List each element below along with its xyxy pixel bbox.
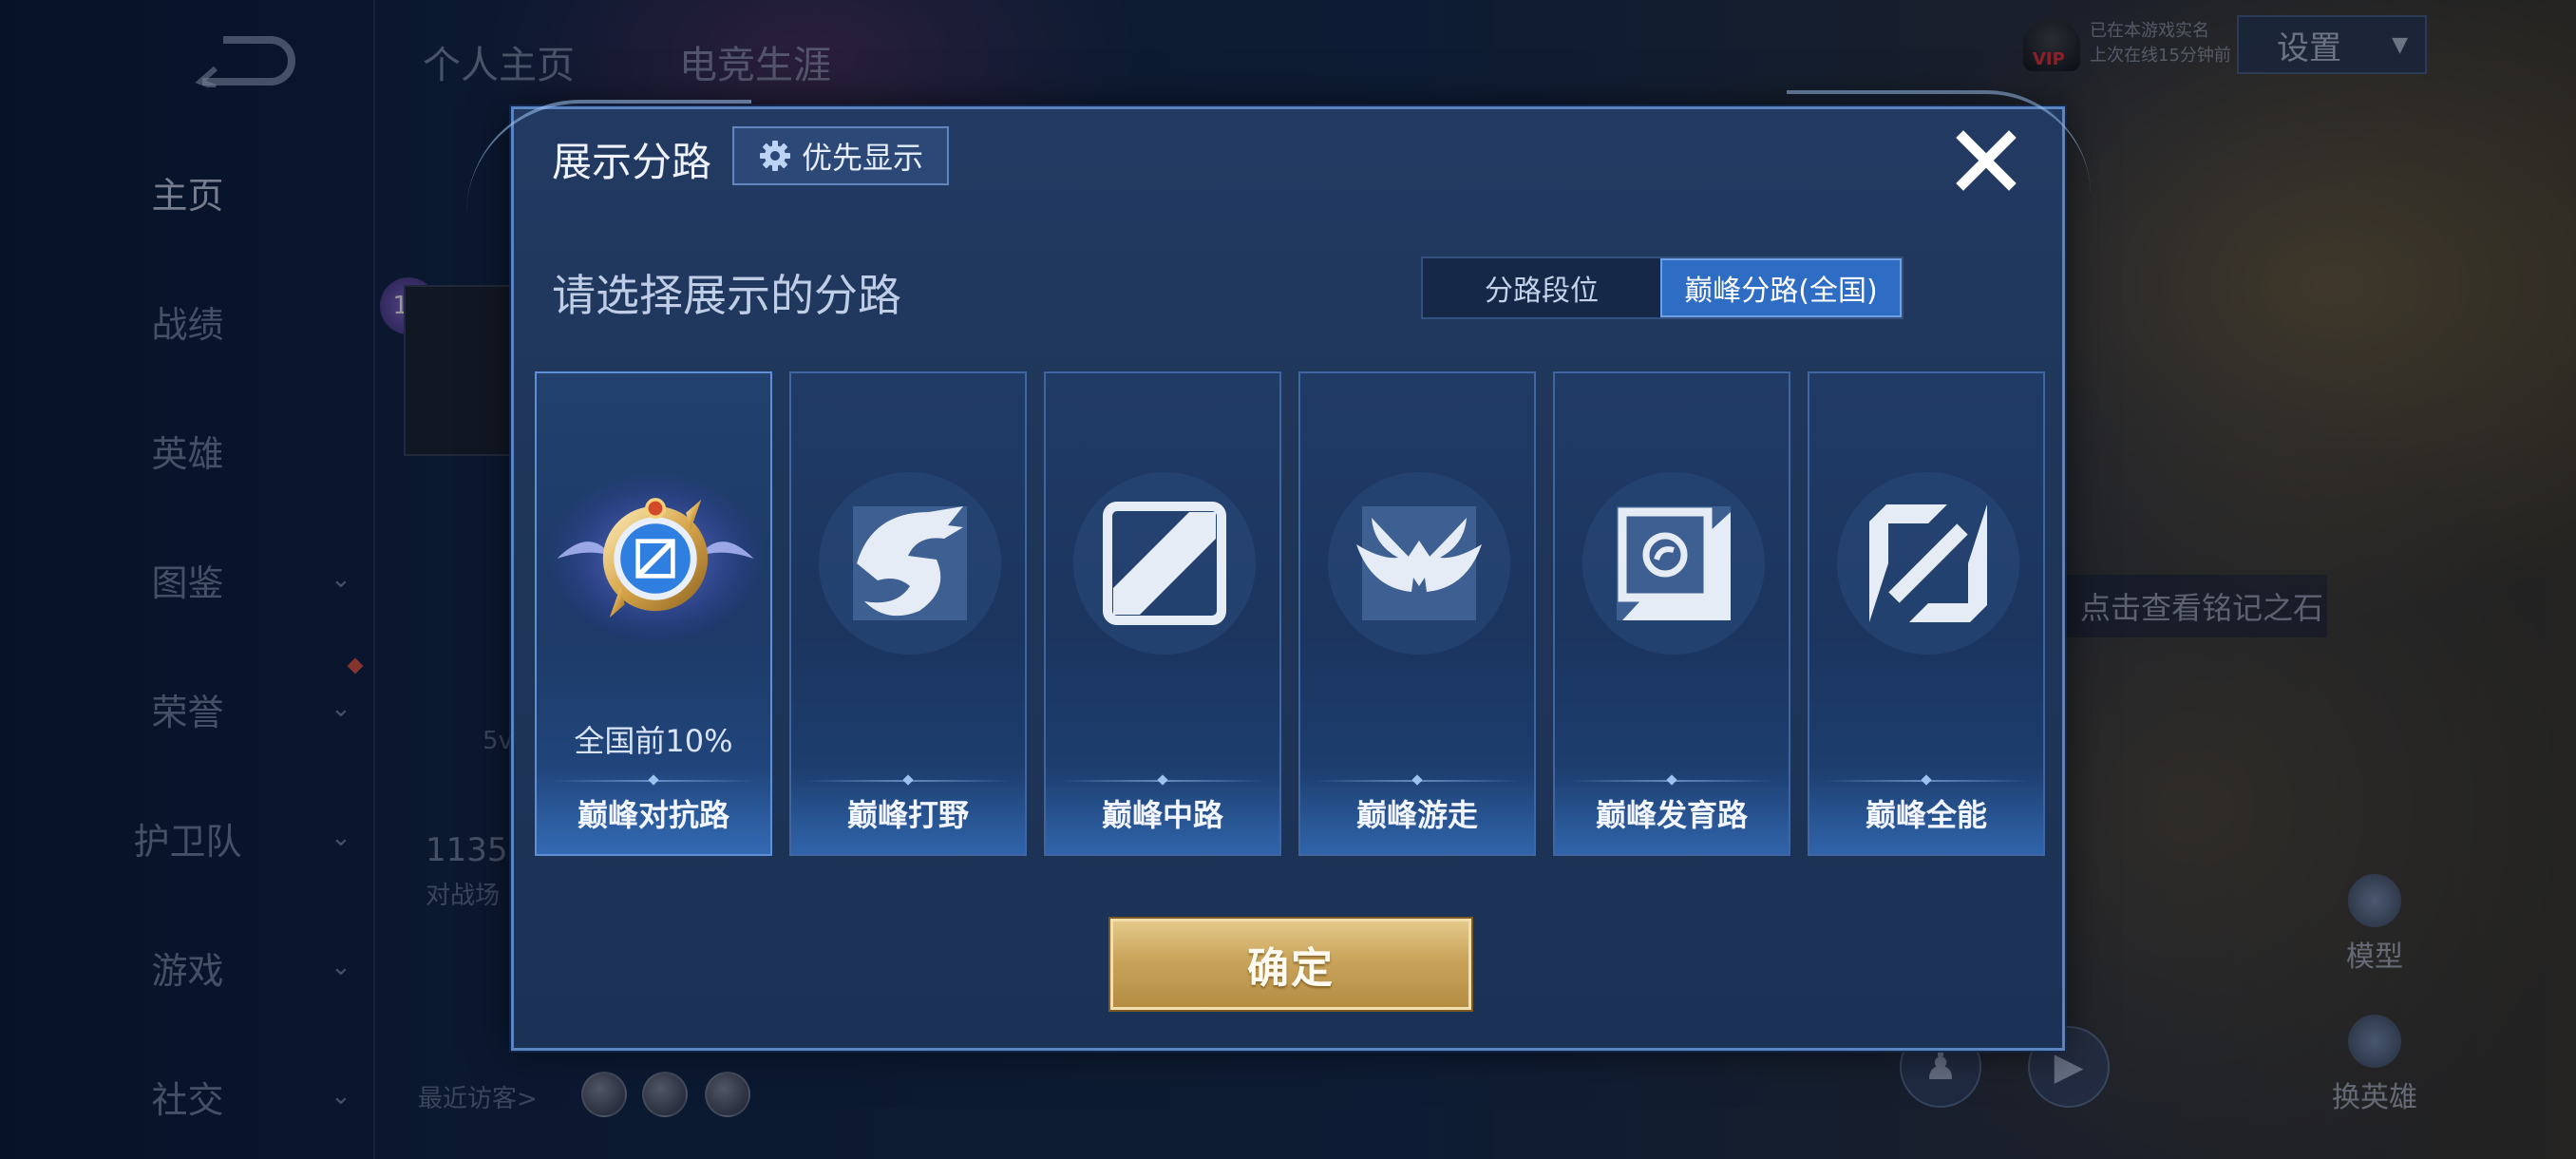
lane-card-clash[interactable]: 全国前10% 巅峰对抗路: [535, 371, 772, 856]
clash-lane-emblem-icon: [546, 471, 765, 646]
all-round-icon: [1837, 472, 2019, 655]
lane-card-label: 巅峰发育路: [1595, 797, 1748, 833]
divider: [1570, 780, 1773, 782]
tab-lane-rank[interactable]: 分路段位: [1423, 258, 1660, 317]
divider: [806, 780, 1010, 782]
lane-display-dialog: 展示分路 优先显示 请选择展示的分路 分路段位 巅峰分路(全国) 全国前10% …: [466, 90, 2091, 1051]
tab-peak-lane-national[interactable]: 巅峰分路(全国): [1660, 258, 1902, 317]
divider: [1316, 780, 1519, 782]
divider: [552, 780, 755, 782]
decorative-ribbon: [1787, 90, 2091, 195]
mid-lane-slash-icon: [1073, 472, 1256, 655]
lane-card-label: 巅峰游走: [1355, 797, 1478, 833]
priority-display-button[interactable]: 优先显示: [732, 126, 949, 185]
lane-card-label: 巅峰中路: [1101, 797, 1223, 833]
divider: [1825, 780, 2028, 782]
divider: [1061, 780, 1264, 782]
roam-wings-icon: [1328, 472, 1510, 655]
lane-card-list: 全国前10% 巅峰对抗路 巅峰打野 巅峰中路 巅峰游走 巅峰发育路 巅峰全能: [535, 371, 2047, 856]
jungle-dragon-icon: [819, 472, 1001, 655]
lane-card-all-round[interactable]: 巅峰全能: [1808, 371, 2045, 856]
dialog-title: 展示分路: [552, 139, 712, 185]
lane-card-label: 巅峰打野: [846, 797, 969, 833]
dialog-subtitle: 请选择展示的分路: [552, 270, 901, 321]
lane-card-farm[interactable]: 巅峰发育路: [1553, 371, 1790, 856]
lane-card-roam[interactable]: 巅峰游走: [1298, 371, 1536, 856]
lane-type-toggle: 分路段位 巅峰分路(全国): [1421, 256, 1904, 319]
lane-card-label: 巅峰全能: [1865, 797, 1987, 833]
lane-card-label: 巅峰对抗路: [577, 797, 729, 833]
priority-display-label: 优先显示: [801, 140, 923, 176]
lane-card-jungle[interactable]: 巅峰打野: [789, 371, 1027, 856]
close-icon[interactable]: [1950, 124, 2022, 197]
lane-rank-text: 全国前10%: [574, 723, 733, 759]
gear-icon: [759, 141, 790, 171]
farm-lane-icon: [1582, 472, 1765, 655]
confirm-button[interactable]: 确定: [1110, 919, 1471, 1010]
lane-card-mid[interactable]: 巅峰中路: [1044, 371, 1281, 856]
